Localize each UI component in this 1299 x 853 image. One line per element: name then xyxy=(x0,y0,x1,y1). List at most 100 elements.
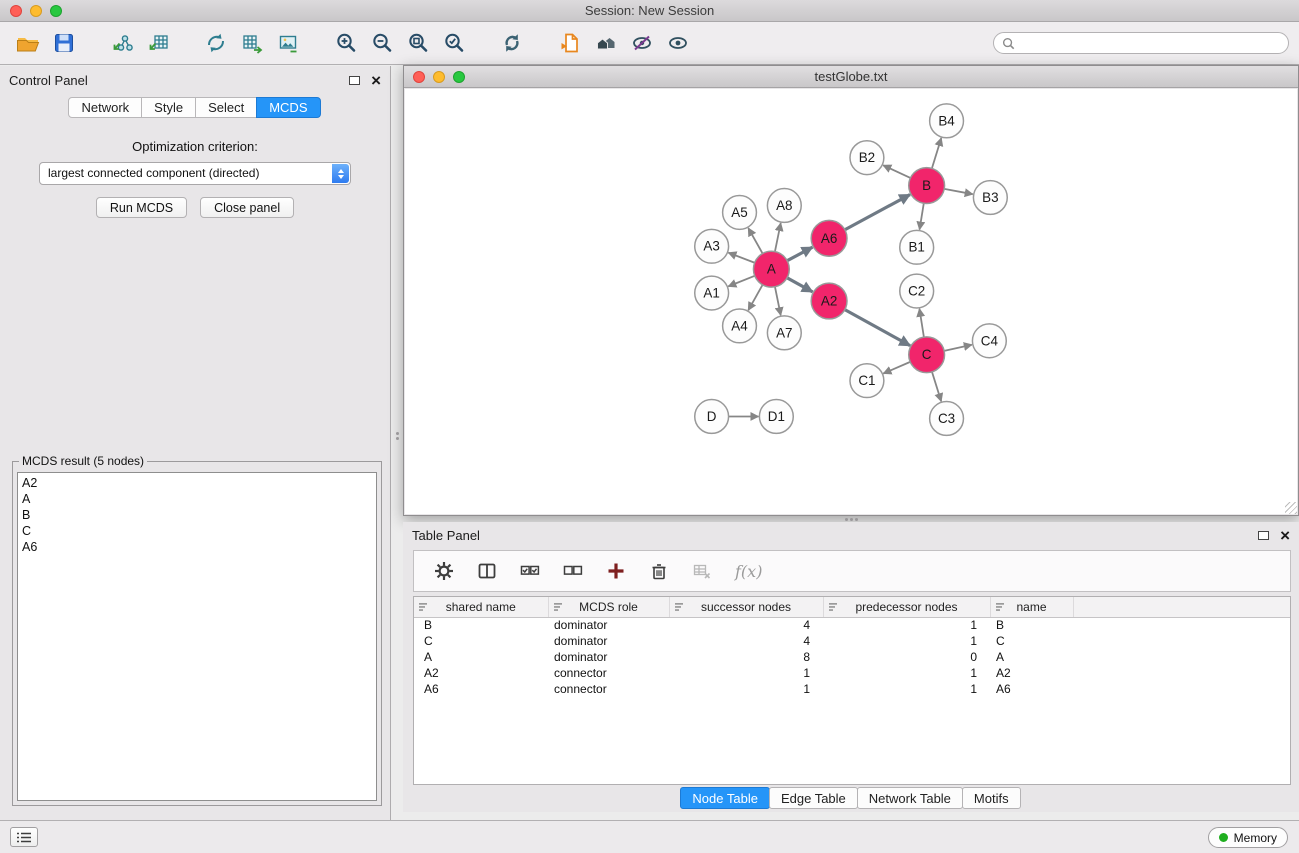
graph-edge-C-C3[interactable] xyxy=(932,372,941,401)
network-close-button[interactable] xyxy=(413,71,425,83)
column-header-shared-name[interactable]: shared name xyxy=(414,597,548,617)
cell[interactable]: A6 xyxy=(414,681,548,697)
cell[interactable]: 0 xyxy=(823,649,990,665)
tab-edge-table[interactable]: Edge Table xyxy=(769,787,858,809)
cell[interactable]: A6 xyxy=(990,681,1073,697)
run-mcds-button[interactable]: Run MCDS xyxy=(96,197,187,218)
result-item[interactable]: A6 xyxy=(18,539,376,555)
node-table[interactable]: shared nameMCDS rolesuccessor nodesprede… xyxy=(413,596,1291,785)
vertical-splitter-handle[interactable] xyxy=(395,428,399,444)
graph-edge-A6-B[interactable] xyxy=(845,195,910,230)
graph-edge-A2-C[interactable] xyxy=(845,310,910,346)
graph-node-C4[interactable]: C4 xyxy=(972,324,1006,358)
function-builder-button[interactable]: f(x) xyxy=(735,562,762,581)
show-columns-button[interactable] xyxy=(477,559,497,583)
graph-edge-A-A1[interactable] xyxy=(728,276,754,287)
graph-node-A1[interactable]: A1 xyxy=(695,276,729,310)
graph-node-D1[interactable]: D1 xyxy=(759,400,793,434)
tab-node-table[interactable]: Node Table xyxy=(680,787,770,809)
graph-node-A2[interactable]: A2 xyxy=(811,283,847,319)
cell[interactable]: 1 xyxy=(823,665,990,681)
graph-edge-A-A3[interactable] xyxy=(728,253,754,263)
memory-button[interactable]: Memory xyxy=(1208,827,1288,848)
graph-node-C[interactable]: C xyxy=(909,337,945,373)
tab-style[interactable]: Style xyxy=(141,97,196,118)
column-header-MCDS-role[interactable]: MCDS role xyxy=(548,597,669,617)
task-history-button[interactable] xyxy=(10,827,38,847)
cell[interactable]: dominator xyxy=(548,633,669,649)
export-image-button[interactable] xyxy=(270,26,306,60)
graph-node-A6[interactable]: A6 xyxy=(811,220,847,256)
table-row[interactable]: Cdominator41C xyxy=(414,633,1290,649)
cell[interactable]: dominator xyxy=(548,617,669,633)
float-panel-icon[interactable] xyxy=(349,76,360,85)
float-table-panel-icon[interactable] xyxy=(1258,531,1269,540)
select-all-button[interactable] xyxy=(520,559,540,583)
close-panel-button[interactable]: Close panel xyxy=(200,197,294,218)
zoom-in-button[interactable] xyxy=(328,26,364,60)
cell[interactable]: C xyxy=(414,633,548,649)
table-row[interactable]: Bdominator41B xyxy=(414,617,1290,633)
graph-node-C1[interactable]: C1 xyxy=(850,364,884,398)
add-column-button[interactable] xyxy=(606,559,626,583)
horizontal-splitter-handle[interactable] xyxy=(843,517,859,521)
table-row[interactable]: A2connector11A2 xyxy=(414,665,1290,681)
network-graph-svg[interactable]: B4B2BB3A5A8A6A3B1AA1C2A2A4A7C4CC1C3DD1 xyxy=(405,89,1297,514)
graph-edge-C-C4[interactable] xyxy=(944,345,972,351)
open-document-button[interactable] xyxy=(552,26,588,60)
first-neighbors-button[interactable] xyxy=(588,26,624,60)
result-item[interactable]: C xyxy=(18,523,376,539)
table-row[interactable]: Adominator80A xyxy=(414,649,1290,665)
graph-node-A4[interactable]: A4 xyxy=(723,309,757,343)
graph-edge-A-A4[interactable] xyxy=(748,285,762,310)
tab-motifs[interactable]: Motifs xyxy=(962,787,1021,809)
graph-node-C3[interactable]: C3 xyxy=(930,402,964,436)
cell[interactable]: 1 xyxy=(823,617,990,633)
graph-node-B[interactable]: B xyxy=(909,168,945,204)
cell[interactable]: 4 xyxy=(669,633,823,649)
column-header-predecessor-nodes[interactable]: predecessor nodes xyxy=(823,597,990,617)
cell[interactable]: 1 xyxy=(823,633,990,649)
graph-edge-A-A8[interactable] xyxy=(775,223,781,252)
graph-edge-B-B4[interactable] xyxy=(932,138,941,168)
graph-node-D[interactable]: D xyxy=(695,400,729,434)
graph-node-B3[interactable]: B3 xyxy=(973,181,1007,215)
graph-node-A5[interactable]: A5 xyxy=(723,195,757,229)
cell[interactable]: 8 xyxy=(669,649,823,665)
graph-edge-A-A2[interactable] xyxy=(787,278,812,292)
graph-node-C2[interactable]: C2 xyxy=(900,274,934,308)
zoom-out-button[interactable] xyxy=(364,26,400,60)
graph-node-A7[interactable]: A7 xyxy=(767,316,801,350)
result-item[interactable]: A xyxy=(18,491,376,507)
export-network-button[interactable] xyxy=(198,26,234,60)
graph-edge-B-B3[interactable] xyxy=(944,189,972,194)
zoom-selected-button[interactable] xyxy=(436,26,472,60)
cell[interactable]: A2 xyxy=(414,665,548,681)
criterion-dropdown[interactable]: largest connected component (directed) xyxy=(39,162,351,185)
result-item[interactable]: A2 xyxy=(18,475,376,491)
network-minimize-button[interactable] xyxy=(433,71,445,83)
graph-edge-B-B2[interactable] xyxy=(883,165,910,178)
import-table-from-file-button[interactable] xyxy=(140,26,176,60)
zoom-fit-button[interactable] xyxy=(400,26,436,60)
hide-graphics-details-button[interactable] xyxy=(624,26,660,60)
graph-edge-B-B1[interactable] xyxy=(920,203,924,229)
cell[interactable]: 4 xyxy=(669,617,823,633)
cell[interactable]: 1 xyxy=(669,665,823,681)
network-zoom-button[interactable] xyxy=(453,71,465,83)
result-item[interactable]: B xyxy=(18,507,376,523)
cell[interactable]: A2 xyxy=(990,665,1073,681)
graph-node-B4[interactable]: B4 xyxy=(930,104,964,138)
cell[interactable]: B xyxy=(990,617,1073,633)
graph-node-A8[interactable]: A8 xyxy=(767,189,801,223)
graph-node-A3[interactable]: A3 xyxy=(695,229,729,263)
search-field[interactable] xyxy=(993,32,1289,54)
close-panel-icon[interactable]: × xyxy=(371,72,381,89)
cell[interactable]: A xyxy=(414,649,548,665)
cell[interactable]: dominator xyxy=(548,649,669,665)
network-window-titlebar[interactable]: testGlobe.txt xyxy=(404,66,1298,88)
window-resize-grip[interactable] xyxy=(1285,502,1297,514)
graph-edge-C-C2[interactable] xyxy=(919,309,923,337)
column-header-name[interactable]: name xyxy=(990,597,1073,617)
table-row[interactable]: A6connector11A6 xyxy=(414,681,1290,697)
